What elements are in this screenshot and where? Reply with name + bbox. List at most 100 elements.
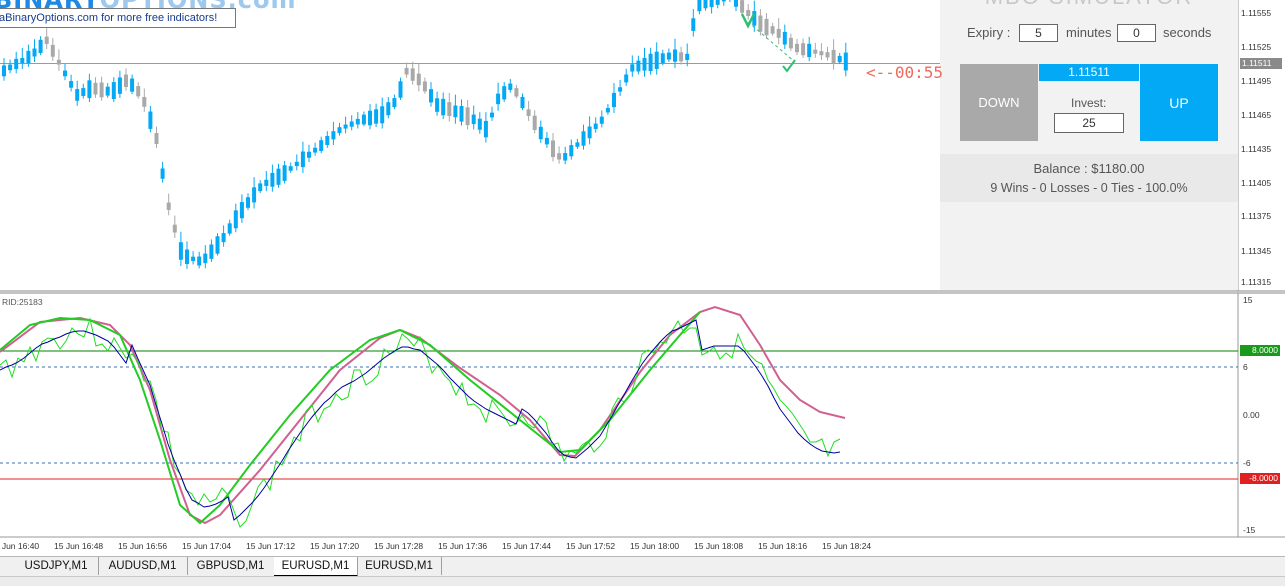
candle (56, 59, 61, 65)
candle (349, 121, 354, 127)
candle (709, 0, 714, 8)
price-tick-label: 1.11495 (1241, 76, 1272, 86)
current-price-tag: 1.11511 (1240, 58, 1282, 69)
candle (99, 82, 104, 98)
time-tick-label: 15 Jun 17:52 (566, 541, 616, 551)
candle (825, 52, 830, 58)
time-tick-label: 15 Jun 16:40 (0, 541, 40, 551)
candle (819, 51, 824, 56)
candle (459, 105, 464, 122)
price-tick-label: 1.11345 (1241, 246, 1272, 256)
candle (581, 131, 586, 146)
candle (2, 65, 6, 77)
candle (32, 48, 37, 57)
candle (526, 109, 531, 116)
candle (636, 60, 641, 72)
time-tick-label: 15 Jun 17:28 (374, 541, 424, 551)
candle (105, 86, 110, 96)
price-tick-label: 1.11525 (1241, 42, 1272, 52)
time-tick-label: 15 Jun 16:48 (54, 541, 104, 551)
simulator-title: MBO SIMULATOR (940, 0, 1238, 10)
candle (770, 26, 775, 34)
candle (264, 179, 269, 186)
candle (361, 114, 366, 125)
candle (331, 131, 336, 140)
time-tick-label: 15 Jun 18:00 (630, 541, 680, 551)
expiry-label: Expiry : (967, 25, 1011, 40)
candle (8, 64, 13, 71)
candle (270, 172, 275, 187)
candle (648, 53, 653, 72)
promo-banner[interactable]: aBinaryOptions.com for more free indicat… (0, 8, 236, 28)
time-tick-label: 15 Jun 18:24 (822, 541, 872, 551)
candle (483, 120, 488, 138)
candle (654, 51, 659, 69)
candle (538, 126, 543, 140)
candle (20, 57, 25, 64)
candle (764, 18, 769, 36)
candle (605, 107, 610, 113)
candle (124, 74, 128, 88)
balance-text: Balance : $1180.00 (1033, 161, 1145, 176)
candle (544, 137, 549, 145)
candle (252, 187, 257, 203)
candle (300, 151, 305, 168)
candle (801, 43, 806, 56)
candle (624, 74, 629, 83)
candle (258, 183, 263, 192)
candle (788, 37, 793, 49)
candle (130, 78, 135, 92)
candle (38, 39, 43, 54)
candle (374, 109, 379, 124)
candle (740, 0, 745, 13)
candle (111, 82, 116, 100)
candle (685, 53, 690, 61)
symbol-tab[interactable]: AUDUSD,M1 (98, 557, 188, 575)
candle (392, 98, 397, 108)
time-tick-label: 15 Jun 18:08 (694, 541, 744, 551)
candle (508, 83, 513, 90)
symbol-tab[interactable]: USDJPY,M1 (14, 557, 99, 575)
candle (416, 73, 421, 86)
time-tick-label: 15 Jun 17:20 (310, 541, 360, 551)
candle (782, 31, 787, 45)
candle (599, 116, 604, 124)
candle (490, 112, 494, 118)
candle (575, 142, 580, 147)
candle (563, 153, 568, 161)
up-button[interactable]: UP (1140, 64, 1218, 141)
indicator-tick-label: 6 (1243, 362, 1248, 372)
candle (697, 0, 702, 12)
simulator-panel (940, 0, 1238, 290)
candle (307, 151, 311, 158)
indicator-name: RID:25183 (2, 297, 43, 307)
candle (178, 242, 183, 260)
expiry-seconds-input[interactable]: 0 (1117, 24, 1156, 42)
price-tick-label: 1.11315 (1241, 277, 1272, 287)
candle (520, 96, 525, 109)
smooth-curve-green (0, 311, 701, 525)
candle (453, 105, 458, 118)
minutes-label: minutes (1066, 25, 1112, 40)
candle (136, 86, 141, 97)
invest-input[interactable]: 25 (1054, 113, 1124, 133)
candle (447, 102, 452, 117)
time-tick-label: 15 Jun 16:56 (118, 541, 168, 551)
candle (239, 202, 244, 219)
symbol-tab[interactable]: GBPUSD,M1 (187, 557, 275, 575)
candle (630, 64, 635, 72)
expiry-minutes-input[interactable]: 5 (1019, 24, 1058, 42)
candle (831, 49, 836, 64)
symbol-tab[interactable]: EURUSD,M1 (357, 557, 442, 575)
candle (221, 233, 226, 243)
time-tick-label: 15 Jun 17:44 (502, 541, 552, 551)
candle (569, 145, 574, 157)
candle (666, 52, 671, 60)
symbol-tab[interactable]: EURUSD,M1 (274, 557, 358, 577)
time-tick-label: 15 Jun 17:12 (246, 541, 296, 551)
price-tick-label: 1.11375 (1241, 211, 1272, 221)
current-price-display: 1.11511 (1039, 64, 1139, 81)
candle (721, 0, 726, 2)
down-button[interactable]: DOWN (960, 64, 1038, 141)
check-mark-icon (782, 59, 796, 73)
